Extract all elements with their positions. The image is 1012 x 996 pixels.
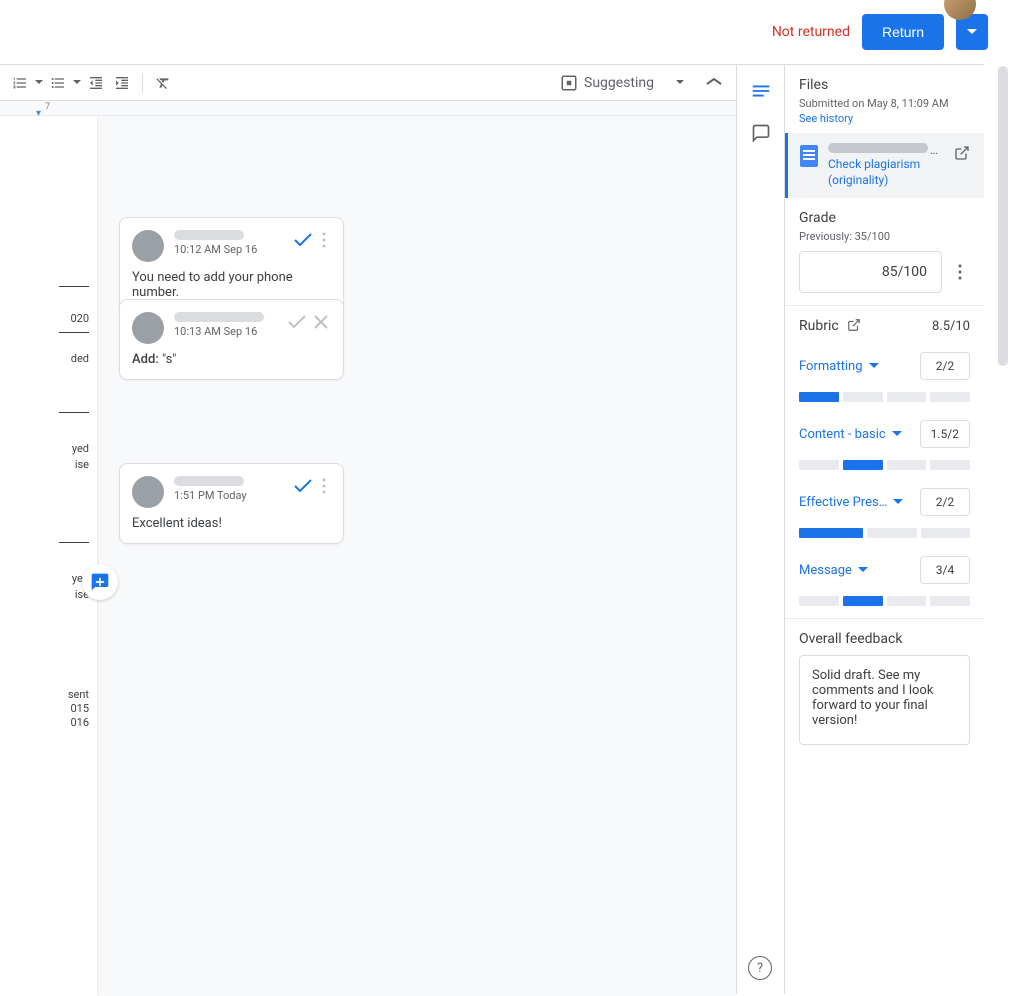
comment-history-icon[interactable]	[749, 121, 773, 145]
comment-menu-icon[interactable]	[317, 230, 331, 250]
rubric-criterion: Effective Pres… 2/2	[799, 488, 970, 538]
ruler[interactable]: 7 ▾	[0, 101, 736, 116]
comment-avatar	[132, 230, 164, 262]
comment-avatar	[132, 476, 164, 508]
resolve-comment-icon[interactable]	[293, 476, 313, 496]
numbered-list-dropdown[interactable]	[34, 80, 44, 85]
header-bar: Not returned Return	[0, 0, 1012, 64]
decrease-indent-icon[interactable]	[84, 71, 108, 95]
feedback-textarea[interactable]: Solid draft. See my comments and I look …	[799, 655, 970, 745]
comment-text: You need to add your phone number.	[132, 270, 331, 300]
scrollbar-thumb[interactable]	[998, 66, 1008, 366]
suggestion-card[interactable]: 10:13 AM Sep 16 Add: "s"	[119, 299, 344, 380]
criterion-levels[interactable]	[799, 460, 970, 470]
comment-menu-icon[interactable]	[317, 476, 331, 496]
rubric-criterion: Content - basic 1.5/2	[799, 420, 970, 470]
side-rail	[736, 64, 784, 994]
document-page: 020 ded yed ise yed ise sent 015 016	[0, 116, 97, 996]
rubric-total: 8.5/10	[932, 319, 970, 334]
comment-author-redacted	[174, 312, 264, 322]
criterion-toggle[interactable]: Content - basic	[799, 427, 902, 442]
criterion-levels[interactable]	[799, 596, 970, 606]
editing-mode-label: Suggesting	[584, 75, 654, 91]
ruler-mark: 7	[45, 102, 50, 112]
add-comment-button[interactable]	[82, 564, 118, 600]
increase-indent-icon[interactable]	[110, 71, 134, 95]
grade-title: Grade	[799, 210, 970, 226]
return-button[interactable]: Return	[862, 14, 944, 50]
return-status: Not returned	[772, 24, 850, 40]
comment-timestamp: 1:51 PM Today	[174, 489, 283, 502]
criterion-score[interactable]: 2/2	[920, 488, 970, 516]
criterion-toggle[interactable]: Effective Pres…	[799, 495, 903, 510]
clear-formatting-icon[interactable]	[151, 71, 175, 95]
help-icon[interactable]: ?	[748, 956, 772, 980]
resolve-comment-icon[interactable]	[293, 230, 313, 250]
suggestion-text: Add: "s"	[132, 352, 331, 367]
criterion-score[interactable]: 1.5/2	[920, 420, 970, 448]
numbered-list-icon[interactable]	[8, 71, 32, 95]
hide-menus-icon[interactable]	[700, 69, 728, 97]
comment-author-redacted	[174, 476, 244, 486]
criterion-levels[interactable]	[799, 528, 970, 538]
submitted-file-row[interactable]: … Check plagiarism (originality)	[785, 133, 984, 198]
open-external-icon[interactable]	[954, 145, 972, 163]
grade-menu-icon[interactable]	[950, 264, 970, 280]
grading-panel-icon[interactable]	[749, 79, 773, 103]
comment-card[interactable]: 1:51 PM Today Excellent ideas!	[119, 463, 344, 544]
accept-suggestion-icon[interactable]	[287, 312, 307, 332]
criterion-toggle[interactable]: Message	[799, 563, 868, 578]
editor-area: Suggesting 7 ▾ 020 ded yed ise yed ise s…	[0, 64, 736, 994]
check-plagiarism-link[interactable]: Check plagiarism (originality)	[828, 157, 944, 188]
grade-previously: Previously: 35/100	[799, 230, 970, 243]
scrollbar[interactable]	[996, 66, 1010, 992]
file-name-redacted	[828, 143, 928, 153]
criterion-toggle[interactable]: Formatting	[799, 359, 879, 374]
reject-suggestion-icon[interactable]	[311, 312, 331, 332]
comment-avatar	[132, 312, 164, 344]
criterion-levels[interactable]	[799, 392, 970, 402]
grading-panel: Files Submitted on May 8, 11:09 AM See h…	[784, 64, 984, 994]
feedback-title: Overall feedback	[799, 631, 970, 647]
editing-mode-dropdown[interactable]: Suggesting	[552, 70, 692, 96]
grade-input[interactable]: 85/100	[799, 251, 942, 293]
comment-author-redacted	[174, 230, 244, 240]
comment-timestamp: 10:13 AM Sep 16	[174, 325, 277, 338]
document-canvas[interactable]: 020 ded yed ise yed ise sent 015 016 10:…	[0, 116, 736, 996]
bulleted-list-dropdown[interactable]	[72, 80, 82, 85]
see-history-link[interactable]: See history	[799, 112, 970, 125]
criterion-score[interactable]: 2/2	[920, 352, 970, 380]
rubric-title: Rubric	[799, 318, 863, 334]
comment-text: Excellent ideas!	[132, 516, 331, 531]
toolbar: Suggesting	[0, 65, 736, 101]
files-submitted: Submitted on May 8, 11:09 AM	[799, 97, 970, 110]
rubric-open-icon[interactable]	[847, 318, 863, 334]
criterion-score[interactable]: 3/4	[920, 556, 970, 584]
docs-file-icon	[800, 145, 818, 167]
bulleted-list-icon[interactable]	[46, 71, 70, 95]
comment-timestamp: 10:12 AM Sep 16	[174, 243, 283, 256]
toolbar-separator	[142, 73, 143, 93]
rubric-criterion: Message 3/4	[799, 556, 970, 606]
rubric-criterion: Formatting 2/2	[799, 352, 970, 402]
files-title: Files	[799, 77, 970, 93]
